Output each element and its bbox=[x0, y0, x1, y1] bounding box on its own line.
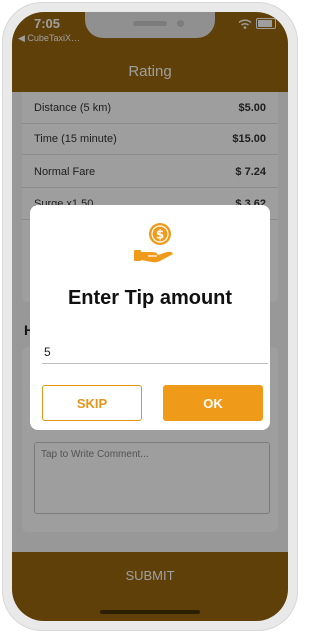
ok-button[interactable]: OK bbox=[163, 385, 263, 421]
tip-money-hand-icon: $ bbox=[134, 223, 173, 263]
tip-dialog: $ Enter Tip amount SKIP OK bbox=[30, 205, 270, 430]
tip-amount-input[interactable] bbox=[42, 341, 268, 364]
dialog-title: Enter Tip amount bbox=[67, 287, 233, 309]
skip-button[interactable]: SKIP bbox=[42, 385, 142, 421]
phone-frame: 7:05 ◀ CubeTaxiX… Rating Distance (5 km)… bbox=[2, 2, 298, 631]
svg-text:$: $ bbox=[156, 228, 164, 242]
app-screen: 7:05 ◀ CubeTaxiX… Rating Distance (5 km)… bbox=[12, 12, 288, 621]
